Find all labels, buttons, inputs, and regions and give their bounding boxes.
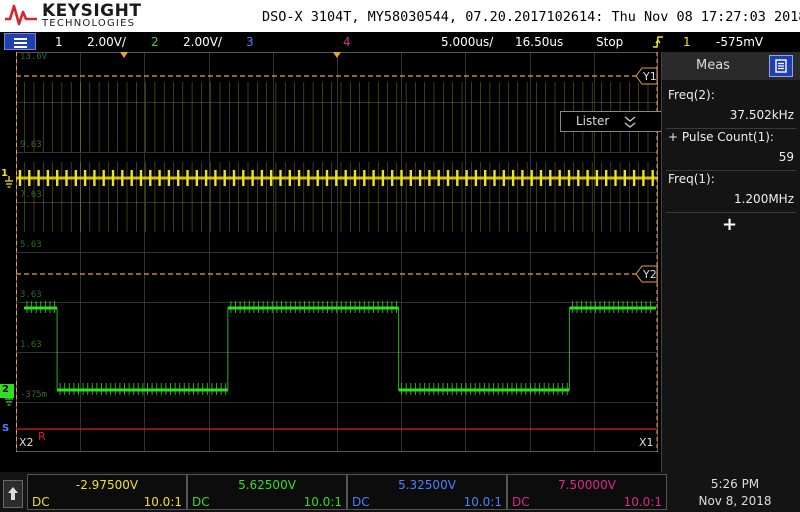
svg-text:Y1: Y1 [642,70,657,83]
ch4-offset-value: 7.50000V [558,478,616,492]
cursor-x2-tag[interactable]: X2 [19,436,34,449]
trigger-position-marker [333,52,341,58]
measurement-title: Meas [696,58,730,73]
ch1-number[interactable]: 1 [55,35,63,49]
trigger-source[interactable]: 1 [683,35,691,49]
measurement-value: 37.502kHz [729,108,794,122]
measurement-item[interactable]: Freq(1): 1.200MHz [666,168,796,213]
time-ref-marker [120,52,128,58]
collapse-chevron-icon[interactable] [623,115,637,129]
ref-label-4: 5.63 [20,240,42,250]
ch1-coupling: DC [32,495,50,509]
bottom-bar: -2.97500V DC 10.0:1 5.62500V DC 10.0:1 5… [0,472,800,512]
ch3-coupling: DC [352,495,370,509]
listener-label: Lister [576,114,610,128]
ref-label-1: 13.6V [20,52,48,62]
listener-panel[interactable]: Lister [560,111,673,132]
ref-label-3: 7.63 [20,190,42,200]
cursor-y2-tag[interactable]: Y2 [635,265,658,283]
title-bar: KEYSIGHT TECHNOLOGIES DSO-X 3104T, MY580… [0,0,800,32]
ref-label-7: -375m [20,390,48,400]
ch2-trace-noise [26,301,56,313]
ch2-info-box[interactable]: 5.62500V DC 10.0:1 [187,474,347,510]
ref-label-6: 1.63 [20,340,42,350]
ch2-probe: 10.0:1 [303,495,342,509]
measurement-item[interactable]: Freq(2): 37.502kHz [666,84,796,129]
cursor-y1-tag[interactable]: Y1 [635,67,658,85]
timebase-scale[interactable]: 5.000us/ [441,35,493,49]
measurement-header: Meas [662,52,800,80]
ch2-coupling: DC [192,495,210,509]
add-measurement-button[interactable]: + [722,214,737,235]
measurement-panel: Meas Freq(2): 37.502kHz + Pulse Count(1)… [661,52,800,472]
ground-icon [5,396,13,406]
ch1-trace-edges [24,162,658,232]
arrow-up-icon [8,487,18,500]
ch1-probe: 10.0:1 [143,495,182,509]
ch3-probe: 10.0:1 [463,495,502,509]
run-state[interactable]: Stop [596,35,623,49]
ch2-ground-marker[interactable]: 2 [0,384,16,406]
ch1-scale[interactable]: 2.00V/ [87,35,126,49]
ch4-coupling: DC [512,495,530,509]
ref-label-5: 3.63 [20,290,42,300]
trigger-edge-icon[interactable] [652,35,664,49]
ch1-offset-value: -2.97500V [75,478,139,492]
ch3-number[interactable]: 3 [246,35,254,49]
menu-icon [775,59,787,73]
trigger-level[interactable]: -575mV [716,35,763,49]
status-bar: 1 2.00V/ 2 2.00V/ 3 4 5.000us/ 16.50us S… [0,32,800,52]
ch2-number[interactable]: 2 [151,35,159,49]
main-menu-button[interactable] [4,33,36,50]
measurement-label: Freq(2): [668,88,715,102]
brand-subtitle: TECHNOLOGIES [42,18,136,29]
ref-r-tag: R [38,430,46,443]
ch2-scale[interactable]: 2.00V/ [183,35,222,49]
ch4-probe: 10.0:1 [623,495,662,509]
measurement-label: + Pulse Count(1): [668,130,774,144]
ch3-info-box[interactable]: 5.32500V DC 10.0:1 [347,474,507,510]
measurement-value: 59 [778,150,794,164]
ch4-info-box[interactable]: 7.50000V DC 10.0:1 [507,474,667,510]
clock-time: 5:26 PM [710,477,760,491]
ground-icon [5,176,13,188]
svg-text:Y2: Y2 [642,268,657,281]
clock-date: Nov 8, 2018 [698,494,772,508]
measurement-item[interactable]: + Pulse Count(1): 59 [666,126,796,171]
ref-label-2: 9.63 [20,140,42,150]
ch4-number[interactable]: 4 [343,35,351,49]
cursor-x1-tag[interactable]: X1 [639,436,654,449]
waveform-display[interactable]: Y1 Y2 X2 X1 R 13.6V 9.63 7.63 5.63 3.63 1.63… [16,52,673,452]
ch3-offset-marker[interactable]: S [1,423,15,443]
trigger-delay[interactable]: 16.50us [515,35,563,49]
ch3-offset-value: 5.32500V [398,478,456,492]
ch2-offset-value: 5.62500V [238,478,296,492]
measurement-value: 1.200MHz [733,192,794,206]
keysight-logo-icon [5,4,37,26]
measurement-label: Freq(1): [668,172,715,186]
ch1-ground-marker[interactable]: 1 [0,168,16,188]
instrument-title: DSO-X 3104T, MY58030544, 07.20.201710261… [262,9,800,25]
ch1-info-box[interactable]: -2.97500V DC 10.0:1 [27,474,187,510]
expand-up-button[interactable] [3,480,23,508]
measurement-menu-button[interactable] [769,55,793,77]
